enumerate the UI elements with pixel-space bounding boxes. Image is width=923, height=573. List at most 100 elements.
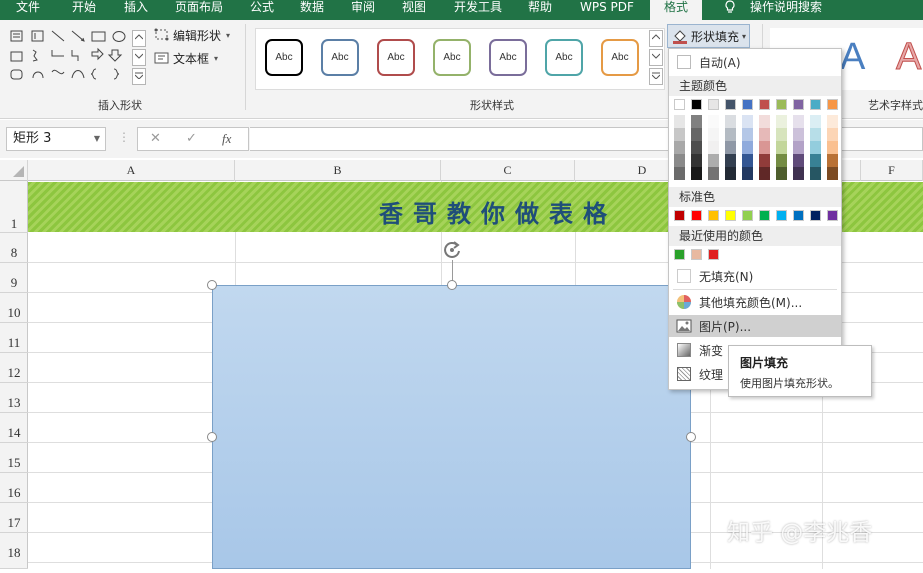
shapes-gallery[interactable] bbox=[8, 28, 132, 88]
tab-home[interactable]: 开始 bbox=[72, 0, 96, 20]
theme-color-shade[interactable] bbox=[793, 141, 804, 154]
theme-color-swatch[interactable] bbox=[674, 99, 685, 110]
select-all-corner[interactable] bbox=[0, 160, 28, 181]
theme-color-shade[interactable] bbox=[759, 128, 770, 141]
shape-fill-button[interactable]: 形状填充 ▾ bbox=[667, 24, 750, 48]
drag-handle-icon[interactable]: ⋮ bbox=[118, 130, 130, 144]
standard-color-swatch[interactable] bbox=[742, 210, 753, 221]
theme-color-shade[interactable] bbox=[827, 154, 838, 167]
theme-color-shade[interactable] bbox=[674, 115, 685, 128]
theme-color-swatch[interactable] bbox=[776, 99, 787, 110]
row-header-15[interactable]: 15 bbox=[0, 443, 28, 473]
shape-styles-gallery[interactable]: Abc Abc Abc Abc Abc Abc Abc bbox=[255, 28, 665, 90]
standard-color-swatch[interactable] bbox=[708, 210, 719, 221]
standard-color-swatch[interactable] bbox=[674, 210, 685, 221]
rotate-handle-icon[interactable] bbox=[441, 239, 463, 261]
shape-style-3[interactable]: Abc bbox=[377, 39, 415, 76]
styles-scroll-up[interactable] bbox=[649, 30, 663, 47]
shape-style-4[interactable]: Abc bbox=[433, 39, 471, 76]
row-header-14[interactable]: 14 bbox=[0, 413, 28, 443]
theme-color-shade[interactable] bbox=[725, 154, 736, 167]
resize-handle-left[interactable] bbox=[207, 432, 217, 442]
theme-color-shade[interactable] bbox=[810, 115, 821, 128]
theme-color-shade[interactable] bbox=[793, 167, 804, 180]
theme-color-shade[interactable] bbox=[691, 167, 702, 180]
theme-color-shade[interactable] bbox=[810, 154, 821, 167]
theme-color-shade[interactable] bbox=[827, 115, 838, 128]
edit-shape-button[interactable]: 编辑形状 ▾ bbox=[154, 26, 230, 44]
theme-color-shade[interactable] bbox=[759, 115, 770, 128]
tab-wps-pdf[interactable]: WPS PDF bbox=[580, 0, 634, 20]
theme-color-shade[interactable] bbox=[742, 128, 753, 141]
shapes-scroll-up[interactable] bbox=[132, 30, 146, 47]
row-header-12[interactable]: 12 bbox=[0, 353, 28, 383]
column-header-b[interactable]: B bbox=[235, 160, 441, 181]
cancel-icon[interactable]: ✕ bbox=[150, 131, 161, 146]
recent-color-swatch[interactable] bbox=[674, 249, 685, 260]
standard-color-swatch[interactable] bbox=[827, 210, 838, 221]
theme-color-swatch[interactable] bbox=[759, 99, 770, 110]
standard-color-swatch[interactable] bbox=[810, 210, 821, 221]
tab-view[interactable]: 视图 bbox=[402, 0, 426, 20]
menu-item-picture[interactable]: 图片(P)... bbox=[669, 315, 841, 337]
shapes-more[interactable] bbox=[132, 68, 146, 85]
resize-handle-top-left[interactable] bbox=[207, 280, 217, 290]
row-header-16[interactable]: 16 bbox=[0, 473, 28, 503]
tab-format[interactable]: 格式 bbox=[650, 0, 703, 21]
theme-color-shade[interactable] bbox=[827, 141, 838, 154]
styles-more[interactable] bbox=[649, 68, 663, 85]
tell-me-search[interactable]: 操作说明搜索 bbox=[750, 0, 822, 20]
row-header-9[interactable]: 9 bbox=[0, 263, 28, 293]
theme-color-shade[interactable] bbox=[691, 115, 702, 128]
theme-color-shade[interactable] bbox=[776, 141, 787, 154]
text-box-button[interactable]: 文本框 ▾ bbox=[154, 49, 218, 67]
theme-color-shade[interactable] bbox=[674, 154, 685, 167]
row-header-1[interactable]: 1 bbox=[0, 181, 28, 233]
shape-style-6[interactable]: Abc bbox=[545, 39, 583, 76]
theme-color-shade[interactable] bbox=[725, 128, 736, 141]
theme-color-swatch[interactable] bbox=[793, 99, 804, 110]
theme-color-shade[interactable] bbox=[708, 115, 719, 128]
theme-color-shade[interactable] bbox=[674, 167, 685, 180]
row-header-17[interactable]: 17 bbox=[0, 503, 28, 533]
theme-color-shade[interactable] bbox=[691, 154, 702, 167]
theme-color-shade[interactable] bbox=[708, 154, 719, 167]
column-header-a[interactable]: A bbox=[28, 160, 235, 181]
theme-color-swatch[interactable] bbox=[725, 99, 736, 110]
column-header-f[interactable]: F bbox=[860, 160, 923, 181]
row-header-11[interactable]: 11 bbox=[0, 323, 28, 353]
theme-color-shade[interactable] bbox=[776, 128, 787, 141]
tab-insert[interactable]: 插入 bbox=[124, 0, 148, 20]
theme-color-shade[interactable] bbox=[708, 141, 719, 154]
theme-color-swatch[interactable] bbox=[742, 99, 753, 110]
theme-color-shade[interactable] bbox=[810, 141, 821, 154]
theme-color-shade[interactable] bbox=[759, 154, 770, 167]
tab-review[interactable]: 审阅 bbox=[351, 0, 375, 20]
theme-color-shade[interactable] bbox=[708, 128, 719, 141]
chevron-down-icon[interactable]: ▼ bbox=[94, 128, 100, 150]
theme-color-shade[interactable] bbox=[793, 128, 804, 141]
enter-icon[interactable]: ✓ bbox=[186, 131, 197, 146]
menu-item-auto[interactable]: 自动(A) bbox=[669, 51, 841, 73]
rectangle-shape[interactable] bbox=[212, 285, 691, 569]
theme-color-shade[interactable] bbox=[725, 115, 736, 128]
theme-color-shade[interactable] bbox=[742, 154, 753, 167]
theme-color-shade[interactable] bbox=[827, 128, 838, 141]
theme-color-shade[interactable] bbox=[793, 115, 804, 128]
theme-color-shade[interactable] bbox=[725, 141, 736, 154]
standard-color-swatch[interactable] bbox=[793, 210, 804, 221]
wordart-style-red[interactable]: A bbox=[895, 36, 921, 79]
name-box[interactable]: 矩形 3 ▼ bbox=[6, 127, 106, 151]
tab-page-layout[interactable]: 页面布局 bbox=[175, 0, 223, 20]
row-header-8[interactable]: 8 bbox=[0, 233, 28, 263]
theme-color-shade[interactable] bbox=[776, 115, 787, 128]
tab-file[interactable]: 文件 bbox=[16, 0, 40, 20]
resize-handle-top[interactable] bbox=[447, 280, 457, 290]
resize-handle-right[interactable] bbox=[686, 432, 696, 442]
theme-color-shade[interactable] bbox=[827, 167, 838, 180]
tab-data[interactable]: 数据 bbox=[300, 0, 324, 20]
styles-scroll-down[interactable] bbox=[649, 49, 663, 66]
theme-color-swatch[interactable] bbox=[708, 99, 719, 110]
theme-color-shade[interactable] bbox=[742, 115, 753, 128]
theme-color-shade[interactable] bbox=[725, 167, 736, 180]
